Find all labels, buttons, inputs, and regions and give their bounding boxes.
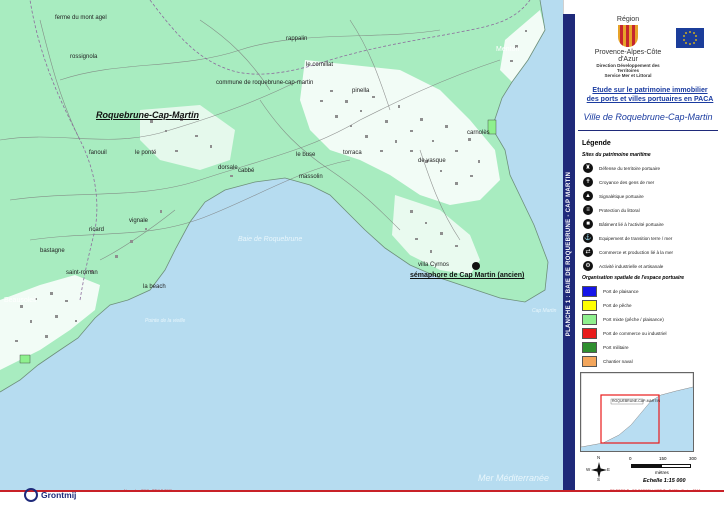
zone-swatch: [582, 327, 597, 339]
planche-title: PLANCHE 1 : BAIE DE ROQUEBRUNE - CAP MAR…: [566, 171, 572, 337]
legend-site-row: ≡ Protection du littoral: [583, 204, 640, 216]
zone-swatch: [582, 313, 597, 325]
grontmij-logo-icon: [24, 488, 38, 502]
legend-zone-row: Port de pêche: [582, 299, 632, 311]
place-pointe: Pointe de la vieille: [145, 318, 186, 324]
legend-zone-row: Port de plaisance: [582, 285, 639, 297]
map-label: rappalin: [286, 36, 308, 42]
service-label: Service Mer et Littoral: [604, 73, 652, 78]
zone-swatch: [582, 285, 597, 297]
place-baie: Baie de Roquebrune: [238, 236, 303, 243]
legend-site-row: ✝ Croyance des gens de mer: [583, 176, 654, 188]
place-mer: Mer Méditerranée: [478, 473, 550, 483]
legend-site-row: ⚓ Equipement de transition terre / mer: [583, 233, 673, 243]
scale-bar: 0 150 300 mètres Echelle 1:15 000: [627, 456, 697, 486]
map-label: massolin: [299, 174, 323, 180]
legend-zone-row: Chantier naval: [582, 355, 633, 367]
compass-e: E: [607, 467, 611, 472]
study-title-line1: Etude sur le patrimoine immobilier: [592, 87, 708, 94]
map-label: la beach: [143, 284, 166, 290]
map-label: le ponté: [135, 150, 157, 156]
legend-zone-row: Port de commerce ou industriel: [582, 327, 667, 339]
compass-s: S: [597, 477, 601, 482]
semaphore-icon: [472, 262, 480, 270]
zone-swatch: [582, 341, 597, 353]
map-area[interactable]: ferme du mont agel rossignola rappalin l…: [0, 0, 563, 490]
study-title: Etude sur le patrimoine immobilier des p…: [580, 86, 720, 104]
compass-n: N: [597, 455, 601, 460]
map-label: fanouil: [89, 150, 107, 156]
eu-flag-icon: [676, 28, 704, 48]
scale-unit: mètres: [655, 470, 669, 475]
dyke-icon: ≡: [583, 205, 593, 215]
scale-tick: 300: [689, 456, 697, 461]
zone-swatch: [582, 355, 597, 367]
map-label: rossignola: [70, 54, 98, 60]
study-title-line2: des ports et villes portuaires en PACA: [586, 96, 714, 103]
map-canvas: [0, 0, 549, 393]
legend-zone-row: Port militaire: [582, 341, 629, 353]
inset-label: ROQUEBRUNE-CAP-MARTIN: [612, 399, 660, 403]
map-label: le buse: [296, 152, 316, 158]
factory-icon: ⚙: [583, 261, 593, 271]
place-cap: Cap Martin: [532, 308, 557, 314]
region-crest-icon: [618, 25, 638, 47]
map-label: ferme du mont agel: [55, 15, 107, 21]
legend-site-row: ▲ Signalétique portuaire: [583, 190, 644, 202]
place-beausoleil: Beausoleil: [4, 297, 37, 304]
legend-site-row: ⇄ Commerce et production lié à la mer: [583, 246, 673, 258]
legend-site-row: ■ Bâtiment lié à l'activité portuaire: [583, 218, 664, 230]
grontmij-logo: Grontmij: [24, 485, 96, 505]
sites-title: Sites du patrimoine maritime: [582, 152, 651, 158]
logo-text: Grontmij: [41, 490, 77, 500]
map-label: cabbé: [238, 168, 255, 174]
legend-title: Légende: [582, 140, 611, 147]
port-basin: [19, 354, 31, 364]
map-label: bastagne: [40, 248, 65, 254]
locator-inset-map[interactable]: ROQUEBRUNE-CAP-MARTIN: [580, 372, 694, 452]
place-menton: Menton: [496, 46, 520, 53]
map-label: commune de roquebrune-cap-martin: [216, 80, 314, 86]
slipway-icon: ⚓: [583, 233, 593, 243]
region-logo: Région Provence-Alpes-Côte d'Azur Direct…: [585, 16, 671, 78]
place-roquebrune: Roquebrune-Cap-Martin: [96, 110, 199, 120]
map-label: dorsale: [218, 165, 238, 171]
planche-band: PLANCHE 1 : BAIE DE ROQUEBRUNE - CAP MAR…: [563, 14, 575, 494]
chapel-icon: ✝: [583, 177, 593, 187]
scale-tick: 150: [659, 456, 667, 461]
map-label: torraca: [343, 150, 362, 156]
map-label: ricard: [89, 227, 105, 233]
trade-icon: ⇄: [583, 247, 593, 257]
map-label: vignale: [129, 218, 149, 224]
compass-w: W: [586, 467, 591, 472]
scale-tick: 0: [629, 456, 632, 461]
map-label: de vasque: [418, 158, 446, 164]
direction-label: Direction Développement des Territoires: [596, 63, 660, 73]
map-label: saint-roman: [66, 270, 98, 276]
region-name: Provence-Alpes-Côte d'Azur: [594, 49, 662, 63]
divider: [578, 130, 718, 131]
place-semaphore: sémaphore de Cap Martin (ancien): [410, 272, 525, 279]
footer-note-left: Novembre 2010 - RTYLE 8960: [124, 489, 172, 493]
map-label: le cornillat: [306, 62, 334, 68]
region-label: Région: [616, 16, 640, 23]
map-label: villa Cyrnos: [418, 262, 450, 268]
footer-bar: [0, 490, 724, 514]
building-icon: ■: [583, 219, 593, 229]
inset-canvas: [581, 373, 693, 448]
legend-zone-row: Port mixte (pêche / plaisance): [582, 313, 664, 325]
map-label: pinella: [352, 88, 370, 94]
map-label: carnolès: [467, 130, 490, 136]
ville-title: Ville de Roquebrune-Cap-Martin: [583, 112, 713, 122]
footer-note-right: BD TOPO ® - BD PARCELLAIRE ® - © IGN - P…: [610, 489, 701, 493]
org-title: Organisation spatiale de l'espace portua…: [582, 275, 685, 281]
lighthouse-icon: ▲: [583, 191, 593, 201]
legend-site-row: ⚙ Activité industrielle et artisanale: [583, 260, 663, 272]
legend-site-row: ♜ Défense du territoire portuaire: [583, 162, 660, 174]
zone-swatch: [582, 299, 597, 311]
fort-icon: ♜: [583, 163, 593, 173]
scale-ratio: Echelle 1:15 000: [643, 478, 686, 484]
north-arrow-icon: N S E W: [586, 455, 611, 482]
